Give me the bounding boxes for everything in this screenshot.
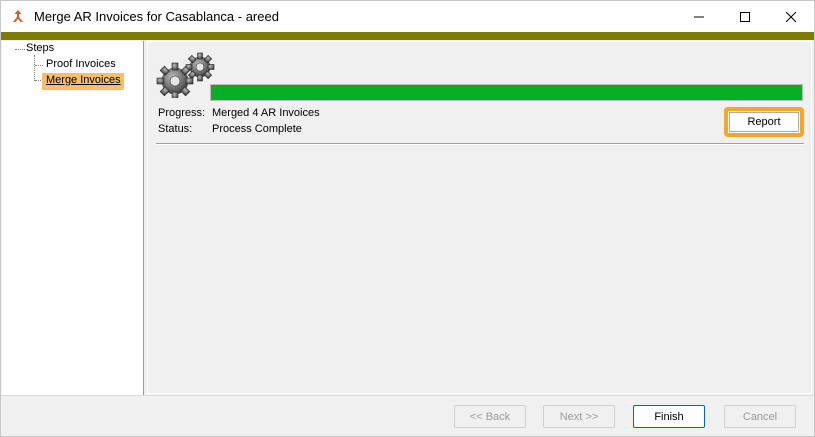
merge-arrow-icon	[13, 10, 23, 22]
footer-divider	[1, 395, 814, 396]
progress-label: Progress:	[158, 107, 206, 119]
close-icon	[786, 11, 796, 22]
tree-root-steps[interactable]: Steps	[26, 42, 54, 54]
cancel-button[interactable]: Cancel	[724, 405, 796, 428]
back-button[interactable]: << Back	[454, 405, 526, 428]
maximize-icon	[740, 11, 750, 22]
tree-connector	[15, 49, 25, 50]
maximize-button[interactable]	[722, 1, 768, 32]
tree-connector	[35, 65, 43, 66]
progress-bar	[210, 84, 803, 101]
status-value: Process Complete	[212, 123, 302, 135]
progress-value: Merged 4 AR Invoices	[212, 107, 320, 119]
title-bar[interactable]: Merge AR Invoices for Casablanca - areed	[1, 1, 814, 32]
minimize-button[interactable]	[676, 1, 722, 32]
next-button[interactable]: Next >>	[543, 405, 615, 428]
steps-tree[interactable]: Steps Proof Invoices Merge Invoices	[2, 41, 144, 395]
report-button-highlight: Report	[724, 107, 804, 137]
finish-button[interactable]: Finish	[633, 405, 705, 428]
tree-item-proof-invoices[interactable]: Proof Invoices	[44, 58, 118, 70]
divider	[156, 143, 804, 145]
tree-connector	[34, 55, 35, 81]
status-label: Status:	[158, 123, 193, 135]
tree-item-merge-invoices[interactable]: Merge Invoices	[42, 73, 124, 90]
window-title: Merge AR Invoices for Casablanca - areed	[34, 9, 279, 24]
accent-bar	[1, 32, 814, 40]
step-content-panel: Progress: Merged 4 AR Invoices Status: P…	[147, 41, 812, 394]
report-button[interactable]: Report	[729, 112, 799, 132]
minimize-icon	[694, 16, 704, 17]
close-button[interactable]	[768, 1, 814, 32]
merge-invoices-window: Merge AR Invoices for Casablanca - areed…	[0, 0, 815, 437]
